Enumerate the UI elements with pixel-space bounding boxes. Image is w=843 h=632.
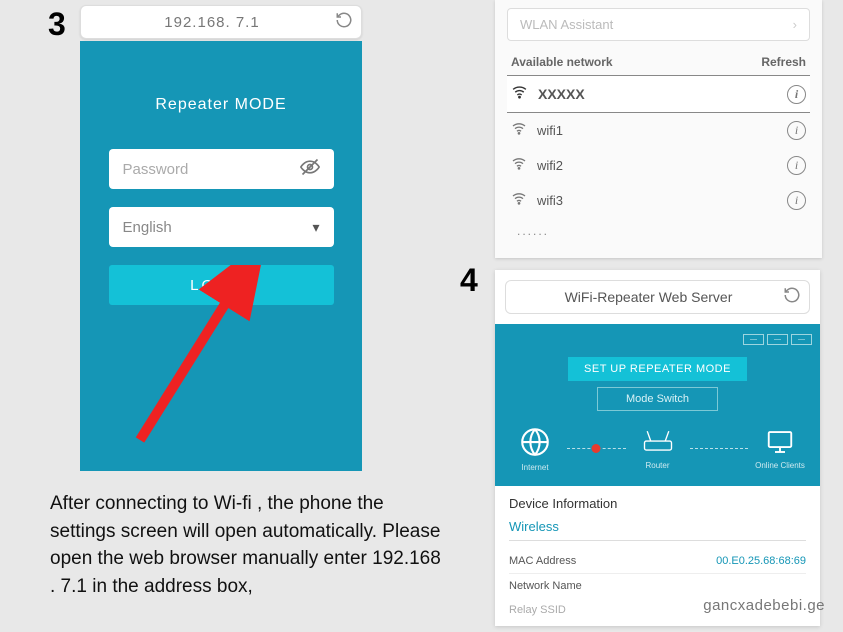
refresh-icon[interactable] bbox=[335, 11, 353, 34]
wifi-icon bbox=[511, 120, 527, 141]
mini-pill[interactable]: — bbox=[791, 334, 812, 345]
password-placeholder: Password bbox=[123, 161, 300, 178]
available-network-label: Available network bbox=[511, 55, 613, 69]
address-bar-step3[interactable]: 192.168. 7.1 bbox=[80, 5, 362, 39]
network-name-row: Network Name bbox=[509, 574, 806, 598]
network-name: wifi2 bbox=[537, 158, 777, 173]
address-bar-step4[interactable]: WiFi-Repeater Web Server bbox=[505, 280, 810, 314]
wifi-icon bbox=[511, 155, 527, 176]
network-name: wifi3 bbox=[537, 193, 777, 208]
internet-node: Internet bbox=[503, 425, 567, 472]
panel-title: Repeater MODE bbox=[155, 96, 286, 114]
wlan-assistant-row[interactable]: WLAN Assistant › bbox=[507, 8, 810, 41]
info-icon[interactable]: i bbox=[787, 191, 806, 210]
info-icon[interactable]: i bbox=[787, 156, 806, 175]
network-name-label: Network Name bbox=[509, 580, 582, 592]
wlan-assistant-label: WLAN Assistant bbox=[520, 17, 613, 32]
repeater-web-server: WiFi-Repeater Web Server — — — SET UP RE… bbox=[495, 270, 820, 626]
setup-repeater-button[interactable]: SET UP REPEATER MODE bbox=[568, 357, 747, 381]
mac-label: MAC Address bbox=[509, 555, 576, 567]
connector-bad bbox=[567, 448, 626, 449]
network-row-selected[interactable]: XXXXX i bbox=[507, 75, 810, 113]
refresh-icon[interactable] bbox=[783, 286, 801, 309]
watermark: gancxadebebi.ge bbox=[703, 597, 825, 614]
wifi-icon bbox=[511, 190, 527, 211]
mac-value: 00.E0.25.68:68:69 bbox=[716, 555, 806, 567]
step-3-number: 3 bbox=[48, 6, 66, 43]
clients-label: Online Clients bbox=[755, 461, 805, 470]
step-4-number: 4 bbox=[460, 262, 478, 299]
router-node: Router bbox=[626, 427, 690, 470]
network-list-header: Available network Refresh bbox=[507, 55, 810, 69]
network-row[interactable]: wifi1 i bbox=[507, 113, 810, 148]
info-icon[interactable]: i bbox=[787, 121, 806, 140]
mac-row: MAC Address 00.E0.25.68:68:69 bbox=[509, 549, 806, 574]
topology-row: Internet Router Online Clients bbox=[503, 425, 812, 472]
device-info-title: Device Information bbox=[509, 496, 806, 511]
network-name: XXXXX bbox=[538, 86, 777, 102]
monitor-icon bbox=[763, 427, 797, 457]
router-label: Router bbox=[645, 461, 669, 470]
password-input[interactable]: Password bbox=[109, 149, 334, 189]
router-icon bbox=[640, 427, 676, 457]
step-3-caption: After connecting to Wi-fi , the phone th… bbox=[50, 490, 450, 600]
url-text: 192.168. 7.1 bbox=[89, 14, 335, 31]
network-row[interactable]: wifi3 i bbox=[507, 183, 810, 218]
mode-switch-button[interactable]: Mode Switch bbox=[597, 387, 718, 411]
caret-down-icon: ▾ bbox=[312, 219, 319, 236]
relay-ssid-label: Relay SSID bbox=[509, 604, 566, 616]
internet-label: Internet bbox=[521, 463, 548, 472]
network-row[interactable]: wifi2 i bbox=[507, 148, 810, 183]
mini-pill[interactable]: — bbox=[767, 334, 788, 345]
mini-pill[interactable]: — bbox=[743, 334, 764, 345]
top-pills: — — — bbox=[743, 334, 812, 345]
language-select[interactable]: English ▾ bbox=[109, 207, 334, 247]
network-name: wifi1 bbox=[537, 123, 777, 138]
globe-icon bbox=[518, 425, 552, 459]
wireless-heading: Wireless bbox=[509, 519, 806, 541]
language-value: English bbox=[123, 219, 313, 236]
refresh-link[interactable]: Refresh bbox=[761, 55, 806, 69]
wifi-icon bbox=[511, 83, 528, 105]
chevron-right-icon: › bbox=[793, 17, 797, 32]
info-icon[interactable]: i bbox=[787, 85, 806, 104]
setup-panel: — — — SET UP REPEATER MODE Mode Switch I… bbox=[495, 324, 820, 486]
title-text: WiFi-Repeater Web Server bbox=[514, 289, 783, 305]
more-networks: ...... bbox=[507, 218, 810, 244]
connector bbox=[690, 448, 749, 449]
login-panel: Repeater MODE Password English ▾ LOGIN bbox=[80, 41, 362, 471]
login-button[interactable]: LOGIN bbox=[109, 265, 334, 305]
clients-node: Online Clients bbox=[748, 427, 812, 470]
eye-off-icon[interactable] bbox=[300, 157, 320, 182]
network-list-card: WLAN Assistant › Available network Refre… bbox=[495, 0, 822, 258]
